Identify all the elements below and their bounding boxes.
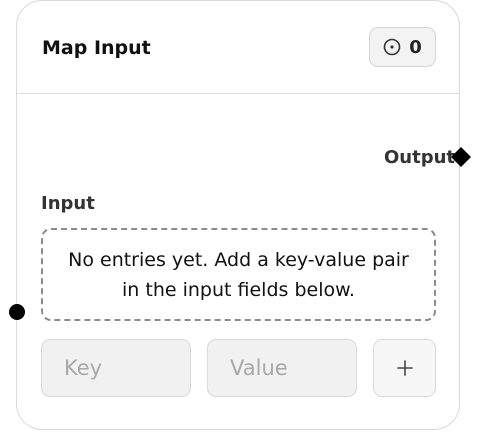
circle-dot-icon [383,38,401,56]
node-title: Map Input [42,37,151,59]
output-handle[interactable] [451,147,471,167]
input-label: Input [41,193,95,214]
plus-icon [396,359,414,377]
input-handle[interactable] [9,304,25,320]
run-count: 0 [409,36,422,58]
key-input[interactable] [41,339,191,397]
value-input[interactable] [207,339,357,397]
empty-entries-box: No entries yet. Add a key-value pair in … [41,228,436,321]
node-header: Map Input 0 [17,1,459,94]
run-count-badge[interactable]: 0 [369,27,436,67]
output-label: Output [383,147,455,168]
add-entry-button[interactable] [373,339,436,397]
empty-entries-message: No entries yet. Add a key-value pair in … [68,248,409,301]
